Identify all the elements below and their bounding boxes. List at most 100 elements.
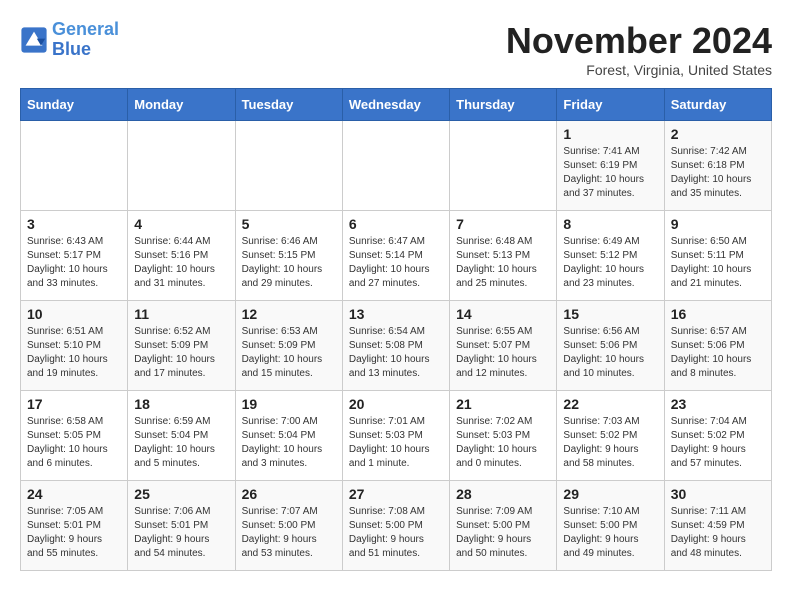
day-number: 3 <box>27 216 121 232</box>
calendar-cell: 8Sunrise: 6:49 AM Sunset: 5:12 PM Daylig… <box>557 211 664 301</box>
logo-icon <box>20 26 48 54</box>
day-header-wednesday: Wednesday <box>342 89 449 121</box>
day-header-saturday: Saturday <box>664 89 771 121</box>
day-number: 5 <box>242 216 336 232</box>
calendar-cell: 22 Sunrise: 7:03 AM Sunset: 5:02 PM Dayli… <box>557 391 664 481</box>
calendar-cell: 20 Sunrise: 7:01 AM Sunset: 5:03 PM Dayli… <box>342 391 449 481</box>
day-info: Sunrise: 6:44 AM Sunset: 5:16 PM Dayligh… <box>134 235 228 291</box>
calendar-cell: 19Sunrise: 7:00 AM Sunset: 5:04 PM Dayli… <box>235 391 342 481</box>
calendar-cell: 1 Sunrise: 7:41 AM Sunset: 6:19 PM Daylig… <box>557 121 664 211</box>
calendar-cell: 2 Sunrise: 7:42 AM Sunset: 6:18 PM Daylig… <box>664 121 771 211</box>
day-info: Sunrise: 7:41 AM Sunset: 6:19 PM Dayligh… <box>563 145 657 201</box>
day-number: 25 <box>134 486 228 502</box>
calendar-cell: 26 Sunrise: 7:07 AM Sunset: 5:00 PM Dayli… <box>235 481 342 571</box>
day-info: Sunrise: 6:52 AM Sunset: 5:09 PM Dayligh… <box>134 325 228 381</box>
week-row-1: 1 Sunrise: 7:41 AM Sunset: 6:19 PM Daylig… <box>21 121 772 211</box>
day-number: 7 <box>456 216 550 232</box>
calendar-cell: 16Sunrise: 6:57 AM Sunset: 5:06 PM Dayli… <box>664 301 771 391</box>
week-row-2: 3 Sunrise: 6:43 AM Sunset: 5:17 PM Daylig… <box>21 211 772 301</box>
day-info: Sunrise: 7:08 AM Sunset: 5:00 PM Dayligh… <box>349 505 443 561</box>
day-info: Sunrise: 7:01 AM Sunset: 5:03 PM Dayligh… <box>349 415 443 471</box>
calendar-cell: 30 Sunrise: 7:11 AM Sunset: 4:59 PM Dayli… <box>664 481 771 571</box>
day-info: Sunrise: 6:55 AM Sunset: 5:07 PM Dayligh… <box>456 325 550 381</box>
calendar-cell: 15Sunrise: 6:56 AM Sunset: 5:06 PM Dayli… <box>557 301 664 391</box>
location: Forest, Virginia, United States <box>506 62 772 78</box>
day-number: 4 <box>134 216 228 232</box>
calendar-cell: 11Sunrise: 6:52 AM Sunset: 5:09 PM Dayli… <box>128 301 235 391</box>
day-number: 24 <box>27 486 121 502</box>
calendar-cell <box>21 121 128 211</box>
day-number: 1 <box>563 126 657 142</box>
day-number: 14 <box>456 306 550 322</box>
day-header-tuesday: Tuesday <box>235 89 342 121</box>
calendar-cell: 7 Sunrise: 6:48 AM Sunset: 5:13 PM Daylig… <box>450 211 557 301</box>
day-number: 30 <box>671 486 765 502</box>
week-row-3: 10 Sunrise: 6:51 AM Sunset: 5:10 PM Dayli… <box>21 301 772 391</box>
day-info: Sunrise: 6:59 AM Sunset: 5:04 PM Dayligh… <box>134 415 228 471</box>
day-number: 20 <box>349 396 443 412</box>
day-info: Sunrise: 6:43 AM Sunset: 5:17 PM Dayligh… <box>27 235 121 291</box>
calendar-cell: 9 Sunrise: 6:50 AM Sunset: 5:11 PM Daylig… <box>664 211 771 301</box>
day-info: Sunrise: 6:48 AM Sunset: 5:13 PM Dayligh… <box>456 235 550 291</box>
calendar-cell: 25 Sunrise: 7:06 AM Sunset: 5:01 PM Dayli… <box>128 481 235 571</box>
day-info: Sunrise: 7:11 AM Sunset: 4:59 PM Dayligh… <box>671 505 765 561</box>
day-number: 18 <box>134 396 228 412</box>
day-number: 21 <box>456 396 550 412</box>
day-number: 2 <box>671 126 765 142</box>
day-header-sunday: Sunday <box>21 89 128 121</box>
calendar-cell: 21Sunrise: 7:02 AM Sunset: 5:03 PM Dayli… <box>450 391 557 481</box>
day-header-thursday: Thursday <box>450 89 557 121</box>
calendar-cell <box>342 121 449 211</box>
calendar-cell: 5 Sunrise: 6:46 AM Sunset: 5:15 PM Daylig… <box>235 211 342 301</box>
day-number: 29 <box>563 486 657 502</box>
calendar-cell <box>450 121 557 211</box>
day-number: 13 <box>349 306 443 322</box>
week-row-5: 24Sunrise: 7:05 AM Sunset: 5:01 PM Dayli… <box>21 481 772 571</box>
title-area: November 2024 Forest, Virginia, United S… <box>506 20 772 78</box>
calendar-cell: 17Sunrise: 6:58 AM Sunset: 5:05 PM Dayli… <box>21 391 128 481</box>
day-info: Sunrise: 6:46 AM Sunset: 5:15 PM Dayligh… <box>242 235 336 291</box>
calendar-cell: 18 Sunrise: 6:59 AM Sunset: 5:04 PM Dayli… <box>128 391 235 481</box>
day-info: Sunrise: 6:53 AM Sunset: 5:09 PM Dayligh… <box>242 325 336 381</box>
day-info: Sunrise: 7:06 AM Sunset: 5:01 PM Dayligh… <box>134 505 228 561</box>
calendar-cell: 27 Sunrise: 7:08 AM Sunset: 5:00 PM Dayli… <box>342 481 449 571</box>
day-info: Sunrise: 6:49 AM Sunset: 5:12 PM Dayligh… <box>563 235 657 291</box>
day-number: 12 <box>242 306 336 322</box>
logo: General Blue <box>20 20 119 60</box>
day-number: 9 <box>671 216 765 232</box>
day-number: 26 <box>242 486 336 502</box>
day-info: Sunrise: 7:03 AM Sunset: 5:02 PM Dayligh… <box>563 415 657 471</box>
day-info: Sunrise: 7:10 AM Sunset: 5:00 PM Dayligh… <box>563 505 657 561</box>
day-info: Sunrise: 7:09 AM Sunset: 5:00 PM Dayligh… <box>456 505 550 561</box>
day-info: Sunrise: 6:54 AM Sunset: 5:08 PM Dayligh… <box>349 325 443 381</box>
day-info: Sunrise: 7:07 AM Sunset: 5:00 PM Dayligh… <box>242 505 336 561</box>
day-info: Sunrise: 6:51 AM Sunset: 5:10 PM Dayligh… <box>27 325 121 381</box>
day-header-monday: Monday <box>128 89 235 121</box>
month-title: November 2024 <box>506 20 772 62</box>
calendar-cell <box>128 121 235 211</box>
days-header-row: SundayMondayTuesdayWednesdayThursdayFrid… <box>21 89 772 121</box>
day-number: 28 <box>456 486 550 502</box>
day-number: 22 <box>563 396 657 412</box>
calendar-cell: 29 Sunrise: 7:10 AM Sunset: 5:00 PM Dayli… <box>557 481 664 571</box>
calendar-cell: 23Sunrise: 7:04 AM Sunset: 5:02 PM Dayli… <box>664 391 771 481</box>
week-row-4: 17Sunrise: 6:58 AM Sunset: 5:05 PM Dayli… <box>21 391 772 481</box>
calendar-cell: 4 Sunrise: 6:44 AM Sunset: 5:16 PM Daylig… <box>128 211 235 301</box>
day-info: Sunrise: 6:47 AM Sunset: 5:14 PM Dayligh… <box>349 235 443 291</box>
day-number: 6 <box>349 216 443 232</box>
day-info: Sunrise: 6:56 AM Sunset: 5:06 PM Dayligh… <box>563 325 657 381</box>
calendar-cell: 10 Sunrise: 6:51 AM Sunset: 5:10 PM Dayli… <box>21 301 128 391</box>
day-info: Sunrise: 7:04 AM Sunset: 5:02 PM Dayligh… <box>671 415 765 471</box>
logo-line2: Blue <box>52 39 91 59</box>
header: General Blue November 2024 Forest, Virgi… <box>20 20 772 78</box>
day-number: 17 <box>27 396 121 412</box>
calendar-cell <box>235 121 342 211</box>
day-number: 27 <box>349 486 443 502</box>
calendar-cell: 13 Sunrise: 6:54 AM Sunset: 5:08 PM Dayli… <box>342 301 449 391</box>
day-info: Sunrise: 7:42 AM Sunset: 6:18 PM Dayligh… <box>671 145 765 201</box>
day-info: Sunrise: 6:50 AM Sunset: 5:11 PM Dayligh… <box>671 235 765 291</box>
logo-line1: General <box>52 19 119 39</box>
day-number: 10 <box>27 306 121 322</box>
calendar-cell: 24Sunrise: 7:05 AM Sunset: 5:01 PM Dayli… <box>21 481 128 571</box>
day-number: 16 <box>671 306 765 322</box>
